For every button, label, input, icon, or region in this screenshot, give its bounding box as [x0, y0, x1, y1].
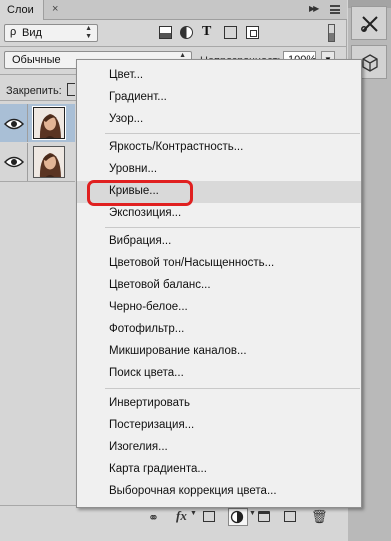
menu-item-selective-color[interactable]: Выборочная коррекция цвета... — [77, 481, 361, 503]
filter-smart-object-icon[interactable] — [246, 26, 259, 39]
divider — [0, 181, 75, 182]
menu-item-threshold[interactable]: Изогелия... — [77, 437, 361, 459]
filter-toggle-switch[interactable] — [328, 24, 335, 42]
divider — [0, 46, 347, 47]
divider — [27, 104, 28, 142]
layer-filter-select[interactable]: ρ Вид ▲ ▼ — [4, 24, 98, 42]
filter-type-icon[interactable]: T — [202, 24, 215, 39]
tools-dock-button[interactable] — [351, 6, 387, 40]
panel-menu-icon[interactable] — [330, 5, 340, 14]
menu-item-channel-mixer[interactable]: Микширование каналов... — [77, 341, 361, 363]
link-icon[interactable]: ⚭ — [148, 510, 159, 526]
adjustment-layer-menu: Цвет... Градиент... Узор... Яркость/Конт… — [76, 59, 362, 508]
highlight-annotation — [87, 180, 193, 206]
menu-item-color-balance[interactable]: Цветовой баланс... — [77, 275, 361, 297]
tab-layers[interactable]: Слои — [0, 0, 44, 20]
menu-item-pattern[interactable]: Узор... — [77, 109, 361, 131]
blend-mode-value: Обычные — [12, 54, 61, 66]
tab-layers-label: Слои — [7, 4, 34, 16]
filter-adjustment-icon[interactable] — [180, 26, 193, 39]
menu-item-gradient-map[interactable]: Карта градиента... — [77, 459, 361, 481]
filter-pixel-icon[interactable] — [159, 26, 172, 39]
menu-separator — [105, 227, 360, 228]
lock-transparent-icon[interactable] — [67, 83, 75, 96]
menu-item-brightness-contrast[interactable]: Яркость/Контрастность... — [77, 137, 361, 159]
menu-item-vibrance[interactable]: Вибрация... — [77, 231, 361, 253]
menu-item-gradient[interactable]: Градиент... — [77, 87, 361, 109]
tools-icon — [361, 16, 378, 32]
chevron-down-icon: ▼ — [190, 510, 197, 517]
menu-item-invert[interactable]: Инвертировать — [77, 393, 361, 415]
trash-icon[interactable]: 🗑 — [311, 509, 328, 525]
layer-row[interactable] — [0, 143, 75, 181]
3d-cube-icon — [362, 54, 378, 72]
layer-row-selected[interactable] — [0, 104, 75, 142]
menu-separator — [105, 133, 360, 134]
folder-icon[interactable] — [258, 511, 270, 522]
fx-icon[interactable]: fx — [176, 508, 187, 524]
close-icon[interactable]: × — [52, 3, 64, 15]
menu-separator — [105, 388, 360, 389]
layer-filter-value: Вид — [22, 27, 42, 39]
menu-item-photo-filter[interactable]: Фотофильтр... — [77, 319, 361, 341]
adjustment-icon — [230, 510, 244, 524]
layer-thumbnail — [32, 106, 66, 140]
menu-item-hue-saturation[interactable]: Цветовой тон/Насыщенность... — [77, 253, 361, 275]
layer-thumbnail — [33, 146, 65, 178]
mask-icon[interactable] — [203, 511, 215, 522]
new-layer-icon[interactable] — [284, 511, 296, 522]
menu-item-posterize[interactable]: Постеризация... — [77, 415, 361, 437]
filter-shape-icon[interactable] — [224, 26, 237, 39]
eye-icon[interactable] — [3, 154, 25, 170]
menu-item-color-lookup[interactable]: Поиск цвета... — [77, 363, 361, 385]
eye-icon[interactable] — [3, 116, 25, 132]
panel-tabbar: Слои × ▶▶ — [0, 0, 347, 20]
menu-item-black-white[interactable]: Черно-белое... — [77, 297, 361, 319]
search-icon: ρ — [10, 26, 17, 38]
lock-label: Закрепить: — [6, 85, 62, 97]
adjustment-button[interactable] — [228, 508, 248, 526]
collapse-arrows-icon[interactable]: ▶▶ — [309, 4, 319, 13]
chevron-down-icon: ▼ — [249, 510, 256, 517]
spin-icon: ▲▼ — [85, 25, 92, 40]
menu-item-levels[interactable]: Уровни... — [77, 159, 361, 181]
menu-item-color[interactable]: Цвет... — [77, 65, 361, 87]
menu-item-exposure[interactable]: Экспозиция... — [77, 203, 361, 225]
divider — [27, 143, 28, 181]
